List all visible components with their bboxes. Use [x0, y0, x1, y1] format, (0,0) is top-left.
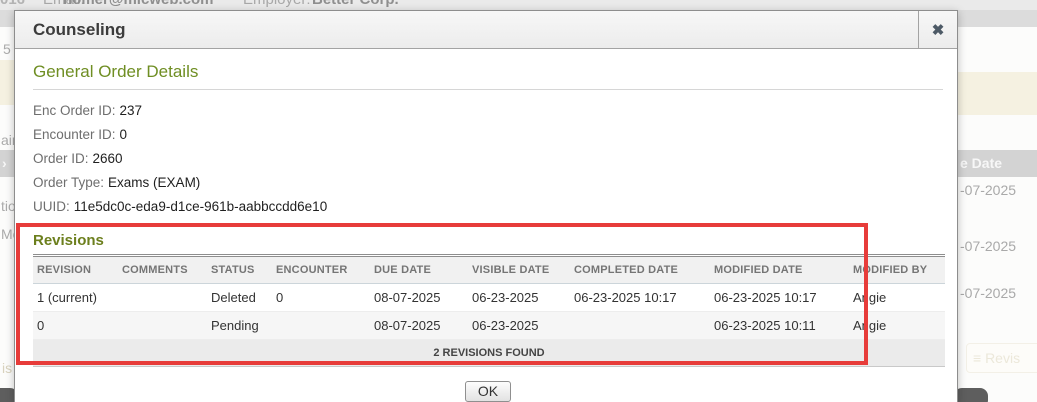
- revisions-table: REVISIONCOMMENTSSTATUSENCOUNTERDUE DATEV…: [33, 256, 945, 367]
- table-cell: 0: [272, 284, 370, 312]
- background-employer-value: Better Corp.: [312, 0, 399, 8]
- background-fragment: air: [1, 132, 14, 148]
- table-cell: 06-23-2025: [468, 284, 570, 312]
- table-cell: Angie: [849, 312, 945, 340]
- revisions-count: 2 REVISIONS FOUND: [33, 340, 945, 367]
- table-row: 0 Pending 08-07-202506-23-2025 06-23-2025 1…: [33, 312, 945, 340]
- table-cell: Deleted: [207, 284, 272, 312]
- revisions-table-wrap: REVISIONCOMMENTSSTATUSENCOUNTERDUE DATEV…: [33, 254, 945, 367]
- dialog-buttonbar: OK: [33, 381, 943, 402]
- menu-icon: ≡: [973, 350, 981, 366]
- dialog-title: Counseling: [33, 20, 126, 40]
- table-row: 1 (current)Deleted008-07-202506-23-20250…: [33, 284, 945, 312]
- screen: 016 Email: homer@micweb.com Employer: Be…: [0, 0, 1037, 402]
- background-date: -07-2025: [960, 182, 1016, 198]
- close-icon: ✖: [932, 22, 945, 39]
- ok-button[interactable]: OK: [465, 381, 511, 402]
- table-cell: Angie: [849, 284, 945, 312]
- table-cell: 08-07-2025: [370, 284, 468, 312]
- order-detail-field: Enc Order ID: 237: [33, 99, 943, 123]
- dialog-body: General Order Details Enc Order ID:237En…: [15, 49, 957, 402]
- field-label: UUID:: [33, 199, 70, 214]
- field-value: 237: [120, 103, 143, 118]
- field-value: 0: [120, 127, 128, 142]
- table-cell: [118, 312, 207, 340]
- revisions-heading: Revisions: [33, 232, 943, 249]
- table-cell: [570, 312, 710, 340]
- general-fields: Enc Order ID: 237 Encounter ID: 0 Order ID: 2…: [33, 99, 943, 219]
- column-header: COMMENTS: [118, 257, 207, 284]
- counseling-dialog: Counseling ✖ General Order Details Enc O…: [14, 10, 958, 402]
- table-cell: 08-07-2025: [370, 312, 468, 340]
- revisions-table-footer-row: 2 REVISIONS FOUND: [33, 340, 945, 367]
- table-cell: Pending: [207, 312, 272, 340]
- field-label: Enc Order ID:: [33, 103, 116, 118]
- column-header: DUE DATE: [370, 257, 468, 284]
- background-fragment: Me: [1, 226, 14, 242]
- background-id-fragment: 016: [0, 0, 25, 8]
- column-header: COMPLETED DATE: [570, 257, 710, 284]
- column-header: ENCOUNTER: [272, 257, 370, 284]
- background-date: -07-2025: [960, 285, 1016, 301]
- background-fragment: 5: [3, 41, 11, 57]
- close-button[interactable]: ✖: [918, 11, 957, 49]
- order-detail-field: Order Type: Exams (EXAM): [33, 171, 943, 195]
- field-value: 11e5dc0c-eda9-d1ce-961b-aabbccdd6e10: [74, 199, 327, 214]
- table-cell: 06-23-2025 10:17: [570, 284, 710, 312]
- background-revisions-button: ≡ Revis: [966, 343, 1037, 373]
- table-cell: 06-23-2025 10:17: [710, 284, 849, 312]
- background-date: -07-2025: [960, 238, 1016, 254]
- background-right-strip: e Date -07-2025 -07-2025 -07-2025 ≡ Revi…: [958, 10, 1037, 402]
- background-left-strip: 5 air › tio Me is: [0, 10, 14, 402]
- order-detail-field: Encounter ID: 0: [33, 123, 943, 147]
- revisions-table-header-row: REVISIONCOMMENTSSTATUSENCOUNTERDUE DATEV…: [33, 257, 945, 284]
- field-label: Order Type:: [33, 175, 104, 190]
- background-pill: [958, 388, 988, 402]
- column-header: MODIFIED BY: [849, 257, 945, 284]
- order-detail-field: Order ID: 2660: [33, 147, 943, 171]
- table-cell: 1 (current): [33, 284, 118, 312]
- background-fragment: is: [2, 360, 12, 376]
- column-header: VISIBLE DATE: [468, 257, 570, 284]
- background-patient-bar: 016 Email: homer@micweb.com Employer: Be…: [0, 0, 1037, 10]
- background-due-date-header: e Date: [958, 150, 1037, 177]
- background-email-value: homer@micweb.com: [63, 0, 214, 8]
- table-cell: [118, 284, 207, 312]
- column-header: MODIFIED DATE: [710, 257, 849, 284]
- background-pill: [0, 388, 14, 402]
- field-label: Order ID:: [33, 151, 89, 166]
- table-cell: [272, 312, 370, 340]
- field-value: 2660: [93, 151, 123, 166]
- chevron-right-icon: ›: [2, 155, 7, 171]
- table-cell: 06-23-2025: [468, 312, 570, 340]
- field-value: Exams (EXAM): [108, 175, 200, 190]
- field-label: Encounter ID:: [33, 127, 116, 142]
- column-header: REVISION: [33, 257, 118, 284]
- column-header: STATUS: [207, 257, 272, 284]
- dialog-titlebar: Counseling ✖: [15, 11, 957, 49]
- table-cell: 06-23-2025 10:11: [710, 312, 849, 340]
- background-table-header-strip: ›: [0, 150, 14, 177]
- order-detail-field: UUID: 11e5dc0c-eda9-d1ce-961b-aabbccdd6e1…: [33, 195, 943, 219]
- table-cell: 0: [33, 312, 118, 340]
- background-fragment: tio: [1, 198, 14, 214]
- general-order-details-heading: General Order Details: [33, 62, 943, 90]
- background-employer-label: Employer:: [243, 0, 311, 8]
